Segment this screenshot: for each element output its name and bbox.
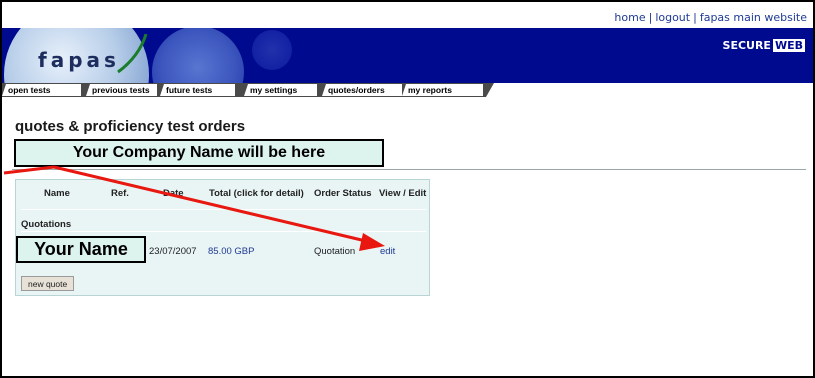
arrow-head <box>359 233 385 251</box>
browser-page: home | logout | fapas main website fapas SEC… <box>0 0 815 378</box>
annotation-arrow-icon <box>3 165 385 251</box>
arrow-line <box>3 165 55 175</box>
arrow-shaft <box>53 165 371 244</box>
